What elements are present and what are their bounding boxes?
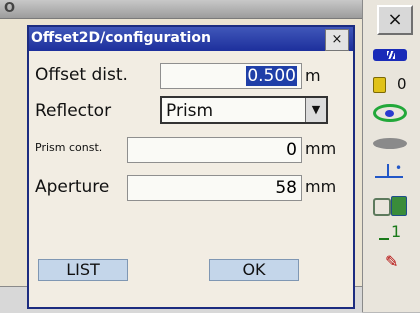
tilt-status[interactable] <box>363 160 420 186</box>
offset-dist-label: Offset dist. <box>35 65 128 85</box>
communication-icon <box>373 194 409 216</box>
ok-button[interactable]: OK <box>209 259 299 281</box>
prism-status[interactable] <box>363 130 420 156</box>
offset-dist-unit: m <box>305 66 321 85</box>
aperture-unit: mm <box>305 177 337 196</box>
app-close-button[interactable]: × <box>377 5 413 35</box>
reflector-select[interactable]: Prism ▼ <box>160 96 328 124</box>
target-icon <box>373 104 407 122</box>
communication-status[interactable] <box>363 192 420 218</box>
battery-icon <box>373 49 407 61</box>
dialog-close-button[interactable]: × <box>325 29 349 51</box>
background-titlebar: O <box>0 0 362 19</box>
offset-dist-input[interactable]: 0.500 <box>160 63 302 89</box>
prism-const-label: Prism const. <box>35 141 103 154</box>
memory-icon <box>373 77 386 93</box>
memory-status[interactable]: 0 <box>363 72 420 98</box>
prism-const-input[interactable]: 0 <box>127 137 302 163</box>
edit-icon: ✎ <box>385 252 399 271</box>
dialog-titlebar: Offset2D/configuration × <box>29 27 353 51</box>
target-status[interactable] <box>363 102 420 128</box>
status-bar: × 0 1 ✎ <box>362 0 420 312</box>
step-one-icon: 1 <box>378 222 402 241</box>
dialog-title: Offset2D/configuration <box>31 30 211 46</box>
battery-status[interactable] <box>363 42 420 68</box>
chevron-down-icon[interactable]: ▼ <box>305 98 326 122</box>
aperture-input[interactable]: 58 <box>127 175 302 201</box>
offset-dist-value: 0.500 <box>246 66 297 86</box>
list-button[interactable]: LIST <box>38 259 128 281</box>
aperture-value: 58 <box>275 178 297 198</box>
reflector-value: Prism <box>166 101 214 121</box>
step-status[interactable]: 1 <box>363 222 420 248</box>
aperture-label: Aperture <box>35 177 110 197</box>
memory-count: 0 <box>397 75 407 93</box>
prism-const-unit: mm <box>305 139 337 158</box>
edit-status[interactable]: ✎ <box>363 250 420 276</box>
reflector-label: Reflector <box>35 101 112 121</box>
prism-const-value: 0 <box>286 140 297 160</box>
prism-disk-icon <box>373 138 407 149</box>
tilt-level-icon <box>375 161 403 178</box>
background-title: O <box>4 1 16 16</box>
